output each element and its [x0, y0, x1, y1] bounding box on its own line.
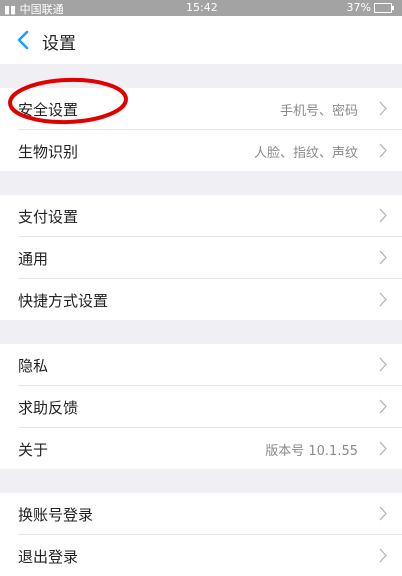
settings-row-label: 快捷方式设置 [18, 292, 109, 310]
signal-icon: ▮▮ [4, 3, 20, 16]
nav-bar: 设置 [0, 16, 402, 64]
chevron-right-icon [378, 441, 388, 456]
settings-row-label: 隐私 [18, 357, 49, 375]
battery-status: 37% [346, 1, 394, 14]
settings-group: 安全设置 手机号、密码生物识别 人脸、指纹、声纹 [0, 88, 402, 171]
chevron-right-icon [378, 399, 388, 414]
settings-row-label: 安全设置 [18, 101, 79, 119]
settings-row-label: 换账号登录 [18, 506, 94, 524]
settings-row[interactable]: 隐私 [18, 344, 402, 386]
settings-row-label: 关于 [18, 441, 49, 459]
settings-row-value: 手机号、密码 [279, 104, 358, 119]
settings-row[interactable]: 快捷方式设置 [18, 279, 402, 320]
settings-row-label: 退出登录 [18, 548, 79, 566]
settings-row[interactable]: 生物识别 人脸、指纹、声纹 [18, 130, 402, 171]
battery-percent: 37% [346, 1, 371, 14]
back-arrow-icon[interactable] [14, 29, 34, 51]
settings-group: 隐私求助反馈关于 版本号 10.1.55 [0, 344, 402, 469]
chevron-right-icon [378, 506, 388, 521]
settings-row-label: 支付设置 [18, 208, 79, 226]
settings-row[interactable]: 关于 版本号 10.1.55 [18, 428, 402, 469]
page-title: 设置 [42, 34, 76, 54]
settings-row[interactable]: 退出登录 [18, 535, 402, 576]
chevron-right-icon [378, 143, 388, 158]
chevron-right-icon [378, 101, 388, 116]
chevron-right-icon [378, 292, 388, 307]
chevron-right-icon [378, 548, 388, 563]
settings-row[interactable]: 求助反馈 [18, 386, 402, 428]
settings-row[interactable]: 安全设置 手机号、密码 [18, 88, 402, 130]
carrier-name: 中国联通 [19, 3, 64, 16]
chevron-right-icon [378, 250, 388, 265]
chevron-right-icon [378, 357, 388, 372]
settings-row[interactable]: 支付设置 [18, 195, 402, 237]
settings-row-label: 生物识别 [18, 143, 79, 161]
settings-group: 换账号登录 退出登录 [0, 493, 402, 576]
status-bar: ▮▮ 中国联通 15:42 37% [0, 0, 402, 16]
carrier-signal: ▮▮ 中国联通 [4, 1, 64, 17]
settings-row-label: 通用 [18, 250, 49, 268]
settings-group: 支付设置通用快捷方式设置 [0, 195, 402, 320]
battery-icon [374, 2, 394, 13]
settings-row-value: 版本号 10.1.55 [265, 444, 358, 459]
settings-row[interactable]: 换账号登录 [18, 493, 402, 535]
settings-row-value: 人脸、指纹、声纹 [253, 146, 358, 161]
settings-row[interactable]: 通用 [18, 237, 402, 279]
settings-list: 安全设置 手机号、密码生物识别 人脸、指纹、声纹支付设置通用快捷方式设置 隐私求助反馈… [0, 64, 402, 576]
settings-row-label: 求助反馈 [18, 399, 79, 417]
chevron-right-icon [378, 208, 388, 223]
status-time: 15:42 [186, 1, 218, 14]
